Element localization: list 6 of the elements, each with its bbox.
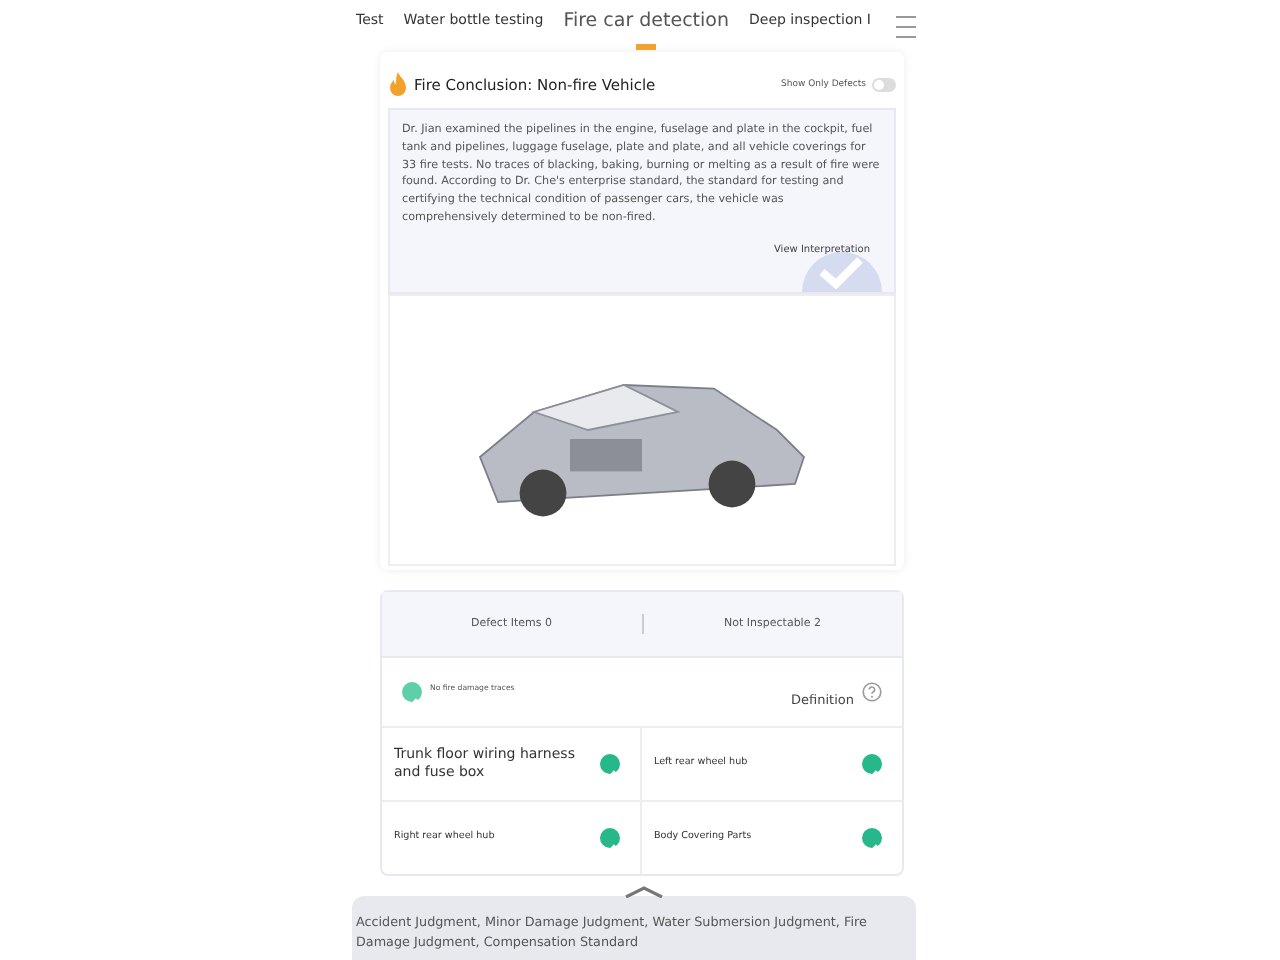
tab[interactable]: Fire car detection [563, 9, 729, 49]
flame-icon [388, 72, 408, 96]
menu-icon[interactable] [895, 15, 916, 37]
toggle-switch[interactable] [872, 77, 896, 91]
caret-up-icon[interactable] [624, 886, 664, 898]
help-icon[interactable] [862, 681, 882, 702]
